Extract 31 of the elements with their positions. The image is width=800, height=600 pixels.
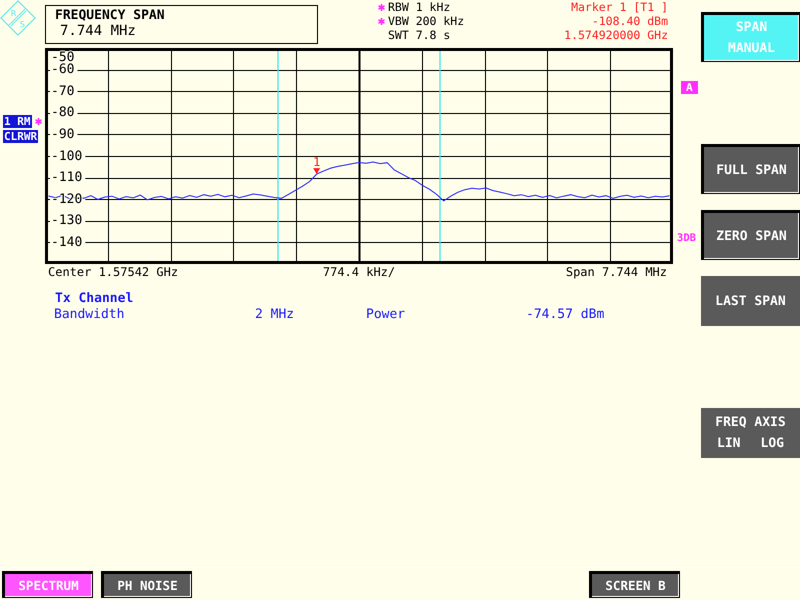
division-label: 774.4 kHz/	[322, 265, 396, 279]
trace-label: CLRWR	[3, 130, 38, 143]
reference-level: -50	[50, 52, 76, 63]
axis-label: -90	[50, 128, 76, 140]
entry-title: FREQUENCY SPAN	[55, 8, 165, 23]
setting-text: RBW 1 kHz	[388, 0, 450, 14]
trace-label: 1 RM	[3, 115, 32, 128]
bandwidth-label: Bandwidth	[54, 307, 124, 323]
setting-text: VBW 200 kHz	[388, 14, 464, 28]
axis-label: -100	[50, 150, 84, 162]
marker-label: 1	[313, 155, 320, 170]
span-label: Span 7.744 MHz	[566, 265, 668, 279]
channel-title: Tx Channel	[55, 291, 134, 307]
power-label: Power	[366, 307, 406, 323]
axis-label: -130	[50, 215, 84, 226]
marker-readout: 1.574920000 GHz	[564, 28, 668, 42]
center-frequency: Center 1.57542 GHz	[47, 265, 178, 279]
power-value: -74.57 dBm	[526, 307, 604, 323]
entry-value: 7.744 MHz	[60, 23, 136, 40]
bandwidth-value: 2 MHz	[255, 307, 294, 323]
axis-label: -60	[50, 64, 76, 76]
status-badge: A	[681, 81, 698, 94]
axis-label: -80	[50, 107, 76, 118]
marker-readout: Marker 1 [T1 ]	[571, 0, 668, 14]
setting-text: SWT 7.8 s	[388, 28, 450, 42]
marker-readout: -108.40 dBm	[592, 14, 668, 28]
logo: R S	[0, 0, 36, 36]
status-text: 3DB	[677, 232, 696, 244]
axis-label: -110	[50, 172, 84, 184]
axis-label: -70	[50, 86, 76, 97]
axis-label: -140	[50, 236, 84, 248]
